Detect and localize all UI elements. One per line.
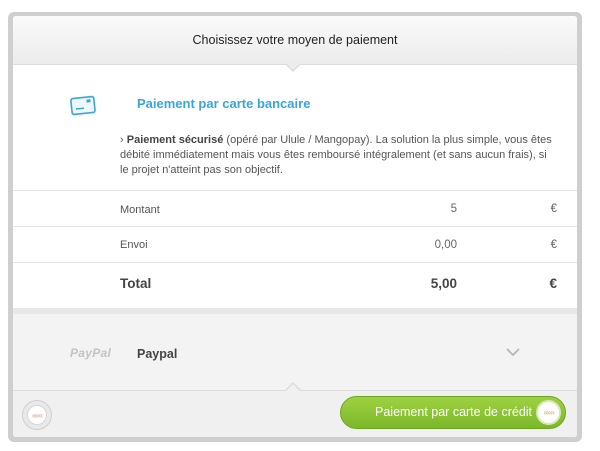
back-arrows-icon: ««« (27, 405, 47, 425)
description-bold: Paiement sécurisé (126, 134, 224, 146)
amount-currency: € (550, 203, 557, 215)
total-value: 5,00 (430, 276, 457, 291)
header-notch-fill (286, 63, 300, 70)
payment-dialog: Choisissez votre moyen de paiement Paiem… (13, 16, 577, 437)
paypal-logo: PayPal (70, 346, 112, 360)
card-payment-description: › Paiement sécurisé (opéré par Ulule / M… (120, 133, 552, 178)
dialog-title: Choisissez votre moyen de paiement (192, 33, 398, 47)
card-payment-title[interactable]: Paiement par carte bancaire (137, 96, 310, 111)
total-label: Total (120, 276, 152, 291)
dialog-header: Choisissez votre moyen de paiement (13, 16, 577, 65)
credit-card-icon (70, 95, 96, 116)
chevron-down-icon[interactable] (505, 347, 521, 357)
amount-value: 5 (450, 203, 457, 215)
shipping-row: Envoi 0,00 € (13, 226, 577, 263)
shipping-label: Envoi (120, 239, 148, 251)
total-currency: € (549, 276, 557, 291)
back-button[interactable]: ««« (22, 400, 52, 430)
paypal-label: Paypal (137, 347, 178, 361)
pay-by-card-button[interactable]: Paiement par carte de crédit »»» (340, 396, 566, 429)
bullet-glyph: › (120, 134, 124, 146)
forward-arrows-icon: »»» (536, 400, 561, 425)
footer-notch-fill (286, 384, 300, 391)
total-row: Total 5,00 € (13, 262, 577, 303)
shipping-currency: € (550, 239, 557, 251)
shipping-value: 0,00 (434, 239, 457, 251)
amount-row: Montant 5 € (13, 190, 577, 227)
pay-button-label: Paiement par carte de crédit (375, 405, 533, 419)
amount-label: Montant (120, 204, 160, 216)
dialog-footer: ««« Paiement par carte de crédit »»» (13, 390, 577, 437)
